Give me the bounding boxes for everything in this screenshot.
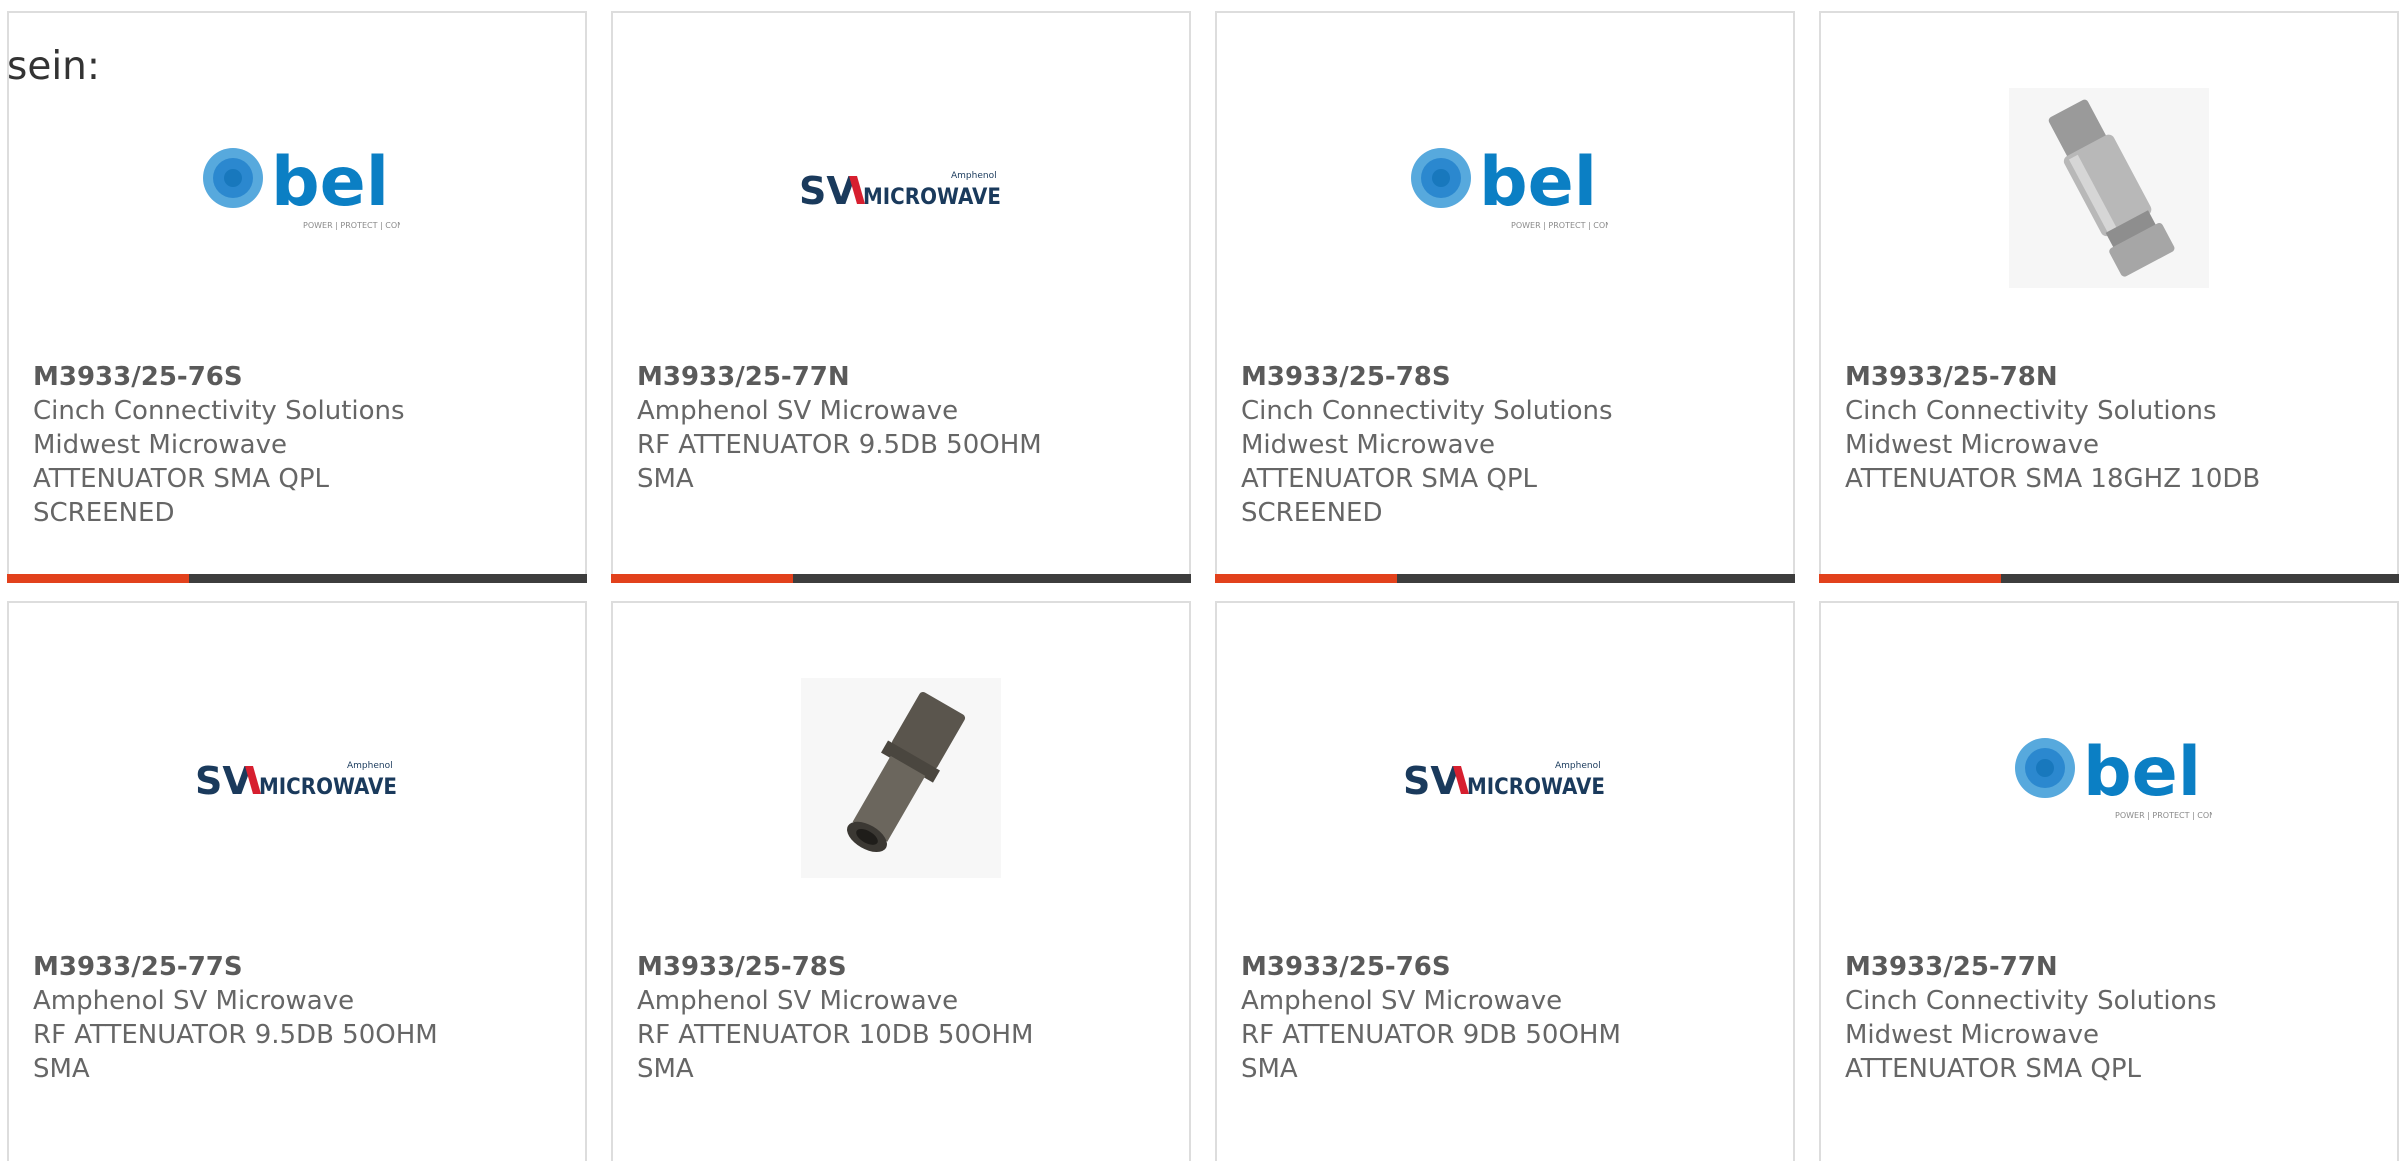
svg-text:POWER | PROTECT | CONNECT: POWER | PROTECT | CONNECT xyxy=(2115,811,2212,820)
svg-text:bel: bel xyxy=(2083,733,2201,812)
manufacturer-line: Cinch Connectivity Solutions xyxy=(1845,986,2217,1016)
svg-text:POWER | PROTECT | CONNECT: POWER | PROTECT | CONNECT xyxy=(1511,221,1608,230)
svg-text:SV: SV xyxy=(1403,759,1460,798)
product-card[interactable]: M3933/25-78N Cinch Connectivity Solution… xyxy=(1819,11,2399,583)
svg-text:bel: bel xyxy=(271,143,389,222)
part-number[interactable]: M3933/25-78S xyxy=(637,950,1169,984)
manufacturer-line: Midwest Microwave xyxy=(1845,1020,2099,1050)
card-bottom-bar xyxy=(611,574,1191,583)
svg-text:POWER | PROTECT | CONNECT: POWER | PROTECT | CONNECT xyxy=(303,221,400,230)
description-line: RF ATTENUATOR 9.5DB 50OHM xyxy=(33,1020,438,1050)
bel-logo-icon: bel POWER | PROTECT | CONNECT xyxy=(2007,728,2212,828)
product-card[interactable]: SV MICROWAVE Amphenol M3933/25-77S Amphe… xyxy=(7,601,587,1161)
bel-logo-icon: bel POWER | PROTECT | CONNECT xyxy=(195,138,400,238)
part-number[interactable]: M3933/25-76S xyxy=(33,360,565,394)
svg-text:MICROWAVE: MICROWAVE xyxy=(259,775,397,798)
sv-microwave-logo-icon: SV MICROWAVE Amphenol xyxy=(1403,759,1605,798)
part-number[interactable]: M3933/25-78N xyxy=(1845,360,2377,394)
manufacturer-line: Amphenol SV Microwave xyxy=(637,396,959,426)
svg-text:Amphenol: Amphenol xyxy=(347,761,393,771)
manufacturer-line: Midwest Microwave xyxy=(1241,430,1495,460)
svg-text:Amphenol: Amphenol xyxy=(951,171,997,181)
attenuator-dark-photo-icon xyxy=(801,678,1001,878)
card-bottom-bar xyxy=(1215,574,1795,583)
part-number[interactable]: M3933/25-77S xyxy=(33,950,565,984)
description-line: ATTENUATOR SMA QPL xyxy=(33,464,330,494)
sv-microwave-logo-icon: SV MICROWAVE Amphenol xyxy=(195,759,397,798)
part-number[interactable]: M3933/25-77N xyxy=(637,360,1169,394)
description-line: SMA xyxy=(33,1054,90,1084)
manufacturer-logo: bel POWER | PROTECT | CONNECT xyxy=(1821,653,2397,903)
manufacturer-line: Cinch Connectivity Solutions xyxy=(1241,396,1613,426)
description-line: RF ATTENUATOR 10DB 50OHM xyxy=(637,1020,1034,1050)
manufacturer-line: Midwest Microwave xyxy=(33,430,287,460)
description-line: RF ATTENUATOR 9.5DB 50OHM xyxy=(637,430,1042,460)
description-line: ATTENUATOR SMA QPL xyxy=(1845,1054,2142,1084)
description-line: ATTENUATOR SMA QPL xyxy=(1241,464,1538,494)
manufacturer-line: Amphenol SV Microwave xyxy=(1241,986,1563,1016)
product-card[interactable]: SV MICROWAVE Amphenol M3933/25-77N Amphe… xyxy=(611,11,1191,583)
description-line: RF ATTENUATOR 9DB 50OHM xyxy=(1241,1020,1621,1050)
svg-text:SV: SV xyxy=(799,169,856,208)
product-card[interactable]: bel POWER | PROTECT | CONNECT M3933/25-7… xyxy=(1819,601,2399,1161)
manufacturer-line: Midwest Microwave xyxy=(1845,430,2099,460)
description-line: SMA xyxy=(1241,1054,1298,1084)
attenuator-silver-photo-icon xyxy=(2009,88,2209,288)
part-number[interactable]: M3933/25-78S xyxy=(1241,360,1773,394)
manufacturer-logo: SV MICROWAVE Amphenol xyxy=(1217,653,1793,903)
product-card[interactable]: SV MICROWAVE Amphenol M3933/25-76S Amphe… xyxy=(1215,601,1795,1161)
description-line: SCREENED xyxy=(1241,498,1383,528)
manufacturer-line: Amphenol SV Microwave xyxy=(33,986,355,1016)
description-line: SCREENED xyxy=(33,498,175,528)
bel-logo-icon: bel POWER | PROTECT | CONNECT xyxy=(1403,138,1608,238)
svg-text:Amphenol: Amphenol xyxy=(1555,761,1601,771)
part-number[interactable]: M3933/25-76S xyxy=(1241,950,1773,984)
manufacturer-line: Cinch Connectivity Solutions xyxy=(33,396,405,426)
manufacturer-logo: bel POWER | PROTECT | CONNECT xyxy=(1217,63,1793,313)
product-photo xyxy=(613,653,1189,903)
product-card[interactable]: bel POWER | PROTECT | CONNECT M3933/25-7… xyxy=(1215,11,1795,583)
svg-text:SV: SV xyxy=(195,759,252,798)
product-card[interactable]: bel POWER | PROTECT | CONNECT M3933/25-7… xyxy=(7,11,587,583)
manufacturer-logo: SV MICROWAVE Amphenol xyxy=(613,63,1189,313)
description-line: ATTENUATOR SMA 18GHZ 10DB xyxy=(1845,464,2261,494)
card-bottom-bar xyxy=(7,574,587,583)
manufacturer-logo: SV MICROWAVE Amphenol xyxy=(9,653,585,903)
sv-microwave-logo-icon: SV MICROWAVE Amphenol xyxy=(799,169,1001,208)
svg-text:MICROWAVE: MICROWAVE xyxy=(1467,775,1605,798)
card-bottom-bar xyxy=(1819,574,2399,583)
manufacturer-line: Cinch Connectivity Solutions xyxy=(1845,396,2217,426)
manufacturer-line: Amphenol SV Microwave xyxy=(637,986,959,1016)
manufacturer-logo: bel POWER | PROTECT | CONNECT xyxy=(9,63,585,313)
product-photo xyxy=(1821,63,2397,313)
intro-text: sein: xyxy=(7,44,101,89)
description-line: SMA xyxy=(637,464,694,494)
product-card[interactable]: M3933/25-78S Amphenol SV Microwave RF AT… xyxy=(611,601,1191,1161)
svg-text:MICROWAVE: MICROWAVE xyxy=(863,185,1001,208)
part-number[interactable]: M3933/25-77N xyxy=(1845,950,2377,984)
svg-text:bel: bel xyxy=(1479,143,1597,222)
description-line: SMA xyxy=(637,1054,694,1084)
